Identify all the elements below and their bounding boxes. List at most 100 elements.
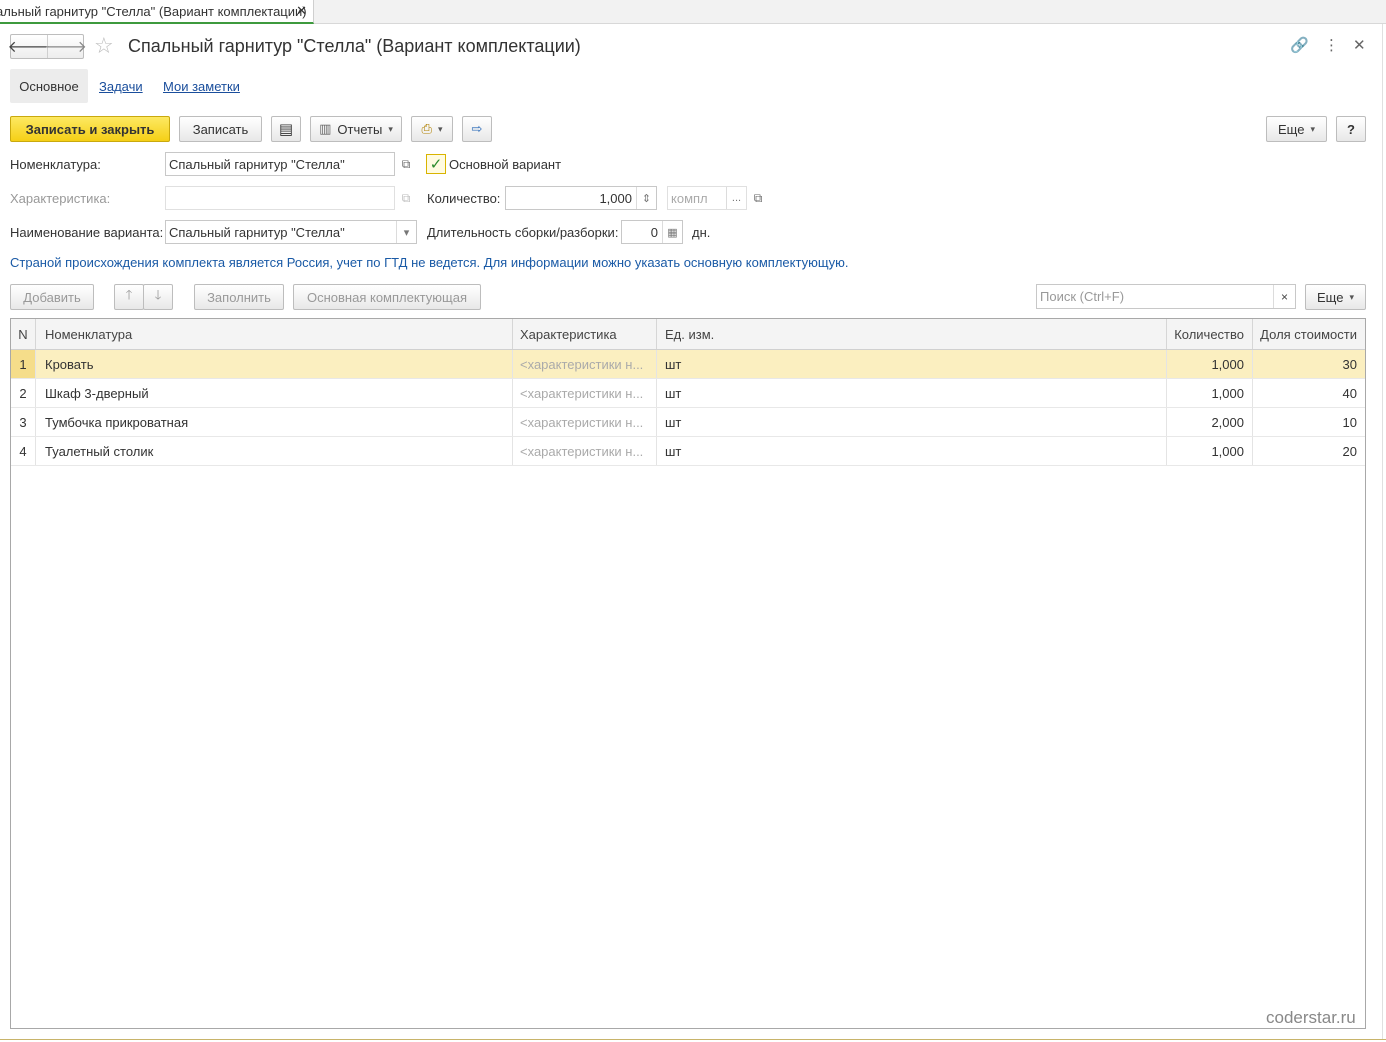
row-quantity[interactable]: 1,000 [1167,437,1253,465]
clear-search-icon[interactable]: × [1273,285,1295,308]
calculator-icon[interactable]: ▦ [662,221,682,243]
row-cost-share[interactable]: 40 [1253,379,1365,407]
row-unit[interactable]: шт [657,379,1167,407]
move-up-icon[interactable]: 🡑 [114,284,144,310]
duration-label: Длительность сборки/разборки: [427,225,619,240]
info-message: Страной происхождения комплекта является… [10,255,849,270]
link-icon[interactable]: 🔗 [1290,36,1309,54]
select-dots-icon[interactable]: ... [726,187,746,209]
row-cost-share[interactable]: 30 [1253,350,1365,378]
characteristic-field[interactable] [165,186,395,210]
tab-notes[interactable]: Мои заметки [163,69,240,103]
row-characteristic[interactable]: <характеристики н... [512,379,657,407]
table-header: N Номенклатура Характеристика Ед. изм. К… [11,319,1365,350]
row-quantity[interactable]: 1,000 [1167,350,1253,378]
save-and-close-button[interactable]: Записать и закрыть [10,116,170,142]
table-more-button[interactable]: Еще ▾ [1305,284,1366,310]
column-header-quantity[interactable]: Количество [1167,319,1253,349]
move-down-icon[interactable]: 🡓 [143,284,173,310]
more-button[interactable]: Еще ▾ [1266,116,1327,142]
duration-field[interactable]: 0 ▦ [621,220,683,244]
main-variant-checkbox[interactable]: ✓ [426,154,446,174]
row-unit[interactable]: шт [657,437,1167,465]
watermark: coderstar.ru [1266,1008,1356,1027]
row-quantity[interactable]: 1,000 [1167,379,1253,407]
row-nomenclature[interactable]: Шкаф 3-дверный [37,379,513,407]
list-icon[interactable]: ▤ [271,116,301,142]
tab-tasks[interactable]: Задачи [99,69,143,103]
variant-name-field[interactable]: Спальный гарнитур "Стелла" ▾ [165,220,417,244]
quantity-label: Количество: [427,191,501,206]
column-header-n[interactable]: N [11,319,36,349]
row-quantity[interactable]: 2,000 [1167,408,1253,436]
column-header-unit[interactable]: Ед. изм. [657,319,1167,349]
table-row[interactable]: 2 Шкаф 3-дверный <характеристики н... шт… [11,379,1365,408]
nav-buttons: 🡐 🡒 [8,34,87,59]
tab-main[interactable]: Основное [10,69,88,103]
row-characteristic[interactable]: <характеристики н... [512,408,657,436]
reports-button[interactable]: ▥ Отчеты ▾ [310,116,402,142]
page-title: Спальный гарнитур "Стелла" (Вариант комп… [128,36,581,56]
search-input[interactable]: Поиск (Ctrl+F) × [1036,284,1296,309]
chevron-down-icon: ▾ [388,123,393,134]
back-arrow-icon[interactable]: 🡐 [8,35,51,58]
unit-value: компл [671,190,708,206]
chevron-down-icon: ▾ [1349,291,1354,302]
row-number: 2 [11,379,36,407]
row-unit[interactable]: шт [657,408,1167,436]
row-characteristic[interactable]: <характеристики н... [512,350,657,378]
table-row[interactable]: 1 Кровать <характеристики н... шт 1,000 … [11,350,1365,379]
characteristic-label: Характеристика: [10,191,111,206]
open-external-icon[interactable]: ⧉ [748,187,768,209]
main-variant-label: Основной вариант [449,157,562,172]
forward-arrow-icon[interactable]: 🡒 [44,35,87,58]
unit-field[interactable]: компл ... [667,186,747,210]
chevron-down-icon: ▾ [1310,123,1315,134]
window-border [1382,24,1383,1040]
open-external-icon[interactable]: ⧉ [396,153,416,175]
table-row[interactable]: 3 Тумбочка прикроватная <характеристики … [11,408,1365,437]
close-icon[interactable]: ✕ [1353,36,1366,54]
search-placeholder: Поиск (Ctrl+F) [1040,289,1125,304]
spin-icon[interactable]: ⇕ [636,187,656,209]
row-unit[interactable]: шт [657,350,1167,378]
row-nomenclature[interactable]: Кровать [37,350,513,378]
column-header-nomenclature[interactable]: Номенклатура [37,319,513,349]
column-header-cost-share[interactable]: Доля стоимости [1253,319,1365,349]
add-button[interactable]: Добавить [10,284,94,310]
favorite-star-icon[interactable]: ☆ [94,33,114,59]
duration-unit: дн. [692,225,711,240]
row-nomenclature[interactable]: Тумбочка прикроватная [37,408,513,436]
export-icon[interactable]: ⇨ [462,116,492,142]
save-button[interactable]: Записать [179,116,262,142]
column-header-characteristic[interactable]: Характеристика [512,319,657,349]
tab-close-icon[interactable]: ✕ [296,3,307,19]
more-options-icon[interactable]: ⋮ [1324,36,1339,54]
chevron-down-icon[interactable]: ▾ [396,221,416,243]
variant-name-label: Наименование варианта: [10,225,164,240]
more-label: Еще [1278,121,1305,137]
tab-strip: альный гарнитур "Стелла" (Вариант компле… [0,0,1386,24]
duration-value: 0 [650,224,658,240]
main-component-button[interactable]: Основная комплектующая [293,284,481,310]
components-table: N Номенклатура Характеристика Ед. изм. К… [10,318,1366,1029]
row-nomenclature[interactable]: Туалетный столик [37,437,513,465]
table-row[interactable]: 4 Туалетный столик <характеристики н... … [11,437,1365,466]
quantity-value: 1,000 [599,190,632,206]
fill-button[interactable]: Заполнить [194,284,284,310]
help-button[interactable]: ? [1336,116,1366,142]
tab-title: альный гарнитур "Стелла" (Вариант компле… [0,3,307,19]
nomenclature-field[interactable]: Спальный гарнитур "Стелла" [165,152,395,176]
tab-document[interactable]: альный гарнитур "Стелла" (Вариант компле… [0,0,314,24]
print-button[interactable]: ⎙ ▾ [411,116,453,142]
bottom-border [0,1039,1386,1040]
row-characteristic[interactable]: <характеристики н... [512,437,657,465]
chevron-down-icon: ▾ [437,123,443,134]
open-external-icon[interactable]: ⧉ [396,187,416,209]
row-number: 3 [11,408,36,436]
row-cost-share[interactable]: 20 [1253,437,1365,465]
quantity-field[interactable]: 1,000 ⇕ [505,186,657,210]
row-cost-share[interactable]: 10 [1253,408,1365,436]
reports-label: Отчеты [337,121,383,137]
nomenclature-value: Спальный гарнитур "Стелла" [169,156,345,172]
